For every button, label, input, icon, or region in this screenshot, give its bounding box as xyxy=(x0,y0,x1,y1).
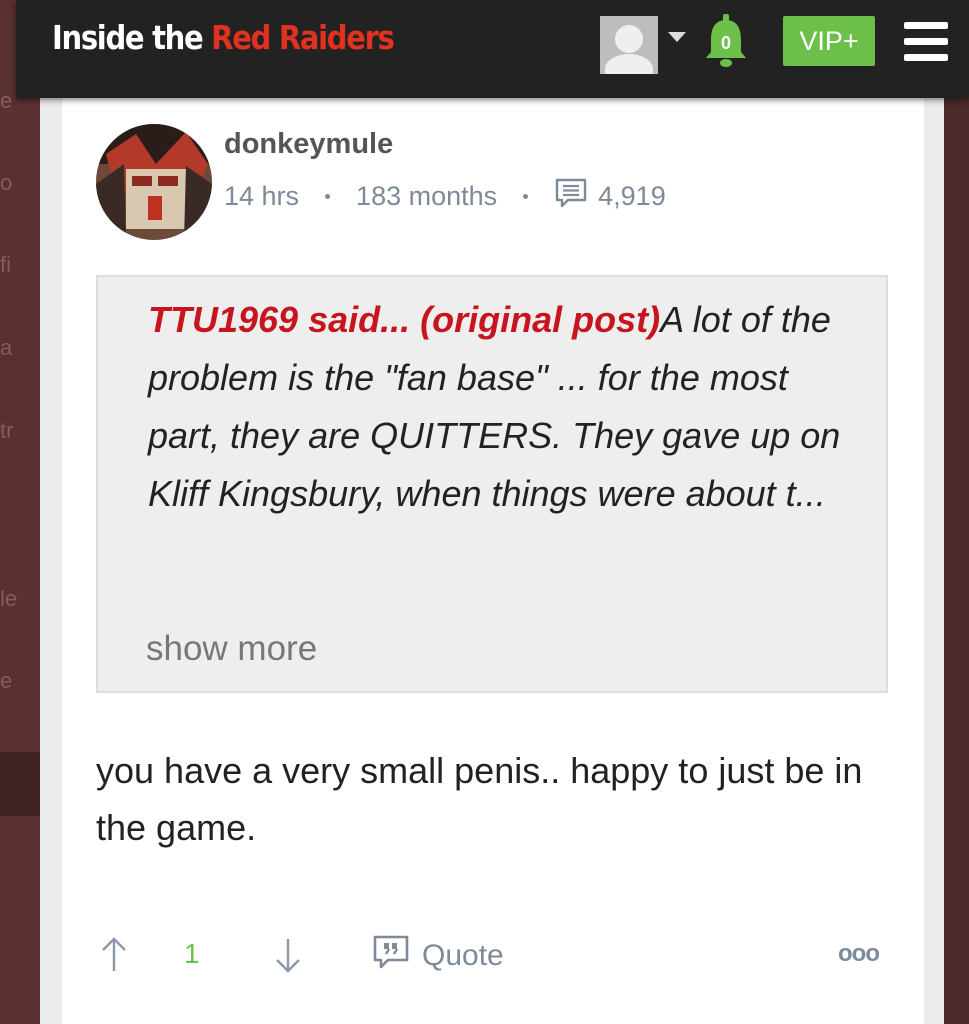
quoted-post: TTU1969 said... (original post)A lot of … xyxy=(96,275,888,693)
quote-button[interactable]: Quote xyxy=(372,934,504,978)
separator-dot xyxy=(523,193,529,199)
quote-icon xyxy=(372,934,410,978)
background-page-edge: e o fi a tr le e xyxy=(0,0,40,1024)
quote-author: TTU1969 said... xyxy=(148,299,411,340)
separator-dot xyxy=(325,193,331,199)
background-text: o xyxy=(0,170,13,195)
background-text: tr xyxy=(0,418,14,443)
quote-content: TTU1969 said... (original post)A lot of … xyxy=(148,291,868,523)
top-navigation-bar: Inside the Red Raiders 0 VIP+ xyxy=(16,0,969,98)
member-duration: 183 months xyxy=(356,180,498,211)
show-more-link[interactable]: show more xyxy=(146,629,317,669)
chevron-down-icon[interactable] xyxy=(668,32,686,42)
user-avatar-button[interactable] xyxy=(600,16,658,74)
downvote-arrow-icon[interactable] xyxy=(274,935,302,975)
site-logo-link[interactable]: Inside the Red Raiders xyxy=(52,18,395,57)
upvote-arrow-icon[interactable] xyxy=(100,935,128,975)
brand-name-white: Inside the xyxy=(52,18,212,57)
poster-username[interactable]: donkeymule xyxy=(224,128,393,161)
hamburger-menu-icon[interactable] xyxy=(904,22,948,62)
post-body-text: you have a very small penis.. happy to j… xyxy=(96,750,863,848)
post-time: 14 hrs xyxy=(224,180,300,211)
avatar-placeholder-head xyxy=(615,25,643,53)
post-meta: 14 hrs 183 months 4,919 xyxy=(224,178,666,214)
quote-link-open: ( xyxy=(420,299,433,340)
avatar-placeholder-body xyxy=(605,54,653,74)
notifications-button[interactable]: 0 xyxy=(702,12,750,70)
background-text: e xyxy=(0,88,13,113)
posts-icon xyxy=(554,177,588,216)
quote-link-close: ) xyxy=(648,299,661,340)
more-options-button[interactable]: ooo xyxy=(838,940,880,968)
vote-count: 1 xyxy=(184,938,200,969)
original-post-link[interactable]: original post xyxy=(432,299,648,340)
vip-button[interactable]: VIP+ xyxy=(783,16,875,66)
background-text: e xyxy=(0,668,13,693)
background-text: fi xyxy=(0,252,11,277)
brand-name-red: Red Raiders xyxy=(211,18,395,57)
background-text: a xyxy=(0,335,13,360)
poster-avatar-image xyxy=(96,124,212,240)
notification-count: 0 xyxy=(720,33,731,53)
background-text: le xyxy=(0,586,18,611)
background-band xyxy=(0,752,40,816)
post-count: 4,919 xyxy=(598,180,666,211)
quote-label: Quote xyxy=(422,939,504,972)
poster-avatar[interactable] xyxy=(96,124,212,240)
